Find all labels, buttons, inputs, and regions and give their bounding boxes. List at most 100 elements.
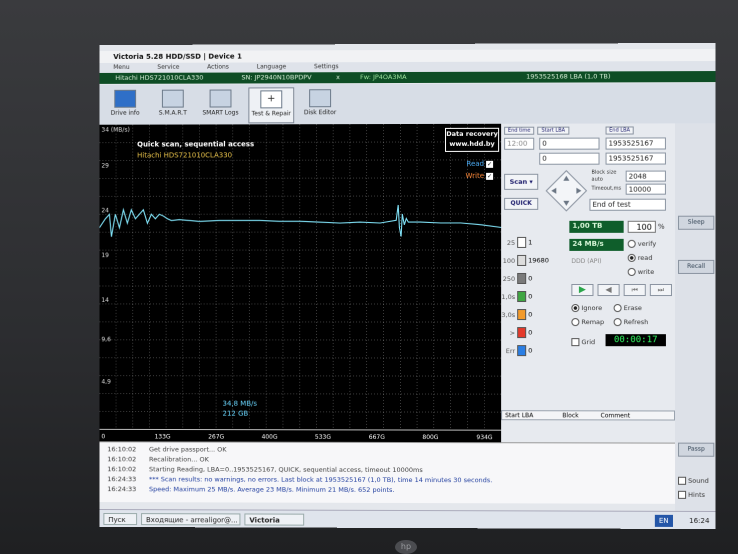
- menu-item[interactable]: Actions: [207, 63, 229, 73]
- passp-button[interactable]: Passp: [678, 442, 715, 457]
- x-axis: [99, 429, 501, 430]
- read-checkbox[interactable]: Read ✓: [466, 160, 494, 168]
- y-tick-label: 29: [101, 163, 109, 170]
- log-line: 16:24:33 *** Scan results: no warnings, n…: [107, 475, 493, 485]
- play-button[interactable]: ▶: [571, 283, 594, 297]
- taskbar: Пуск Входящие - arrealigor@... Victoria …: [99, 509, 716, 530]
- smart-logs-button[interactable]: SMART Logs: [199, 87, 243, 121]
- remap-radio[interactable]: Remap: [571, 318, 604, 326]
- menu-item[interactable]: Service: [157, 63, 179, 73]
- graph-model: Hitachi HDS721010CLA330: [137, 151, 233, 160]
- language-indicator[interactable]: EN: [654, 514, 673, 527]
- end-time-button[interactable]: End time: [504, 126, 535, 135]
- grid-line-h: [99, 411, 501, 412]
- recall-button[interactable]: Recall: [678, 259, 715, 274]
- timeout-select[interactable]: 10000: [625, 183, 666, 195]
- size-readout: 212 GB: [222, 409, 249, 418]
- x-tick-label: 400G: [262, 434, 278, 441]
- sound-checkbox[interactable]: Sound: [678, 476, 709, 485]
- ddd-label: DDD (API): [571, 257, 602, 265]
- editor-icon: [309, 89, 332, 108]
- close-drive-button[interactable]: x: [336, 72, 340, 83]
- log-line: 16:10:02 Get drive passport... OK: [107, 445, 227, 454]
- drive-info-button[interactable]: Drive info: [103, 88, 147, 122]
- smart-icon: [161, 89, 184, 108]
- graph-title: Quick scan, sequential access: [137, 140, 255, 149]
- timeout-label: Timeout,ms: [591, 185, 622, 192]
- sleep-button[interactable]: Sleep: [678, 215, 715, 230]
- end-lba-button[interactable]: End LBA: [605, 126, 634, 135]
- y-tick-label: 24: [101, 207, 109, 214]
- scan-button[interactable]: Scan ▾: [504, 173, 539, 190]
- block-size-label: Block size: [591, 169, 617, 176]
- back-icon: ◀: [605, 284, 612, 295]
- hints-checkbox[interactable]: Hints: [678, 490, 705, 499]
- end-lba-field[interactable]: 1953525167: [605, 137, 666, 150]
- speed-readout-panel: 24 MB/s: [569, 238, 624, 251]
- block-size-select[interactable]: 2048: [625, 170, 666, 182]
- x-tick-label: 133G: [155, 433, 171, 440]
- play-icon: ▶: [578, 284, 586, 296]
- x-tick-label: 934G: [476, 434, 492, 441]
- back-button[interactable]: ◀: [597, 283, 620, 297]
- quick-button[interactable]: QUICK: [504, 197, 539, 210]
- menu-item[interactable]: Menu: [113, 63, 129, 73]
- data-recovery-link[interactable]: Data recovery www.hdd.by: [445, 127, 500, 152]
- percent-sign: %: [657, 222, 665, 231]
- log-line: 16:10:02 Recalibration... OK: [107, 455, 209, 464]
- toolbar: Drive info S.M.A.R.T SMART Logs + Test & …: [99, 83, 716, 126]
- mail-task[interactable]: Входящие - arrealigor@...: [141, 513, 241, 526]
- smart-button[interactable]: S.M.A.R.T: [151, 88, 195, 122]
- right-column: Sleep Recall Passp Sound Hints: [675, 123, 716, 526]
- y-max-label: 34 (MB/s): [101, 126, 130, 134]
- write-radio[interactable]: write: [627, 268, 654, 276]
- disk-editor-button[interactable]: Disk Editor: [298, 87, 342, 121]
- menu-item[interactable]: Settings: [314, 62, 339, 72]
- grid-line-h: [99, 159, 501, 162]
- menu-item[interactable]: Language: [257, 62, 287, 72]
- start-lba-field[interactable]: 0: [539, 137, 600, 150]
- block-counter: 100 19680: [502, 254, 549, 266]
- control-panel: End time Start LBA End LBA 12:00 0 19535…: [501, 123, 676, 443]
- grid-checkbox[interactable]: Grid: [571, 338, 595, 346]
- start-button[interactable]: Пуск: [103, 512, 138, 526]
- grid-line-h: [99, 376, 501, 377]
- drive-model: Hitachi HDS721010CLA330: [115, 73, 204, 82]
- x-tick-label: 267G: [208, 434, 224, 441]
- speed-readout: 34,8 MB/s: [222, 399, 258, 408]
- log-line: 16:24:33 Speed: Maximum 25 MB/s. Average …: [107, 485, 395, 494]
- drive-info-bar: Hitachi HDS721010CLA330 SN: JP2940N10BPD…: [99, 71, 716, 84]
- refresh-radio[interactable]: Refresh: [613, 318, 648, 326]
- direction-pad[interactable]: [545, 170, 587, 212]
- x-tick-label: 533G: [315, 434, 331, 441]
- ignore-radio[interactable]: Ignore: [571, 304, 602, 312]
- log-panel: 16:10:02 Get drive passport... OK 16:10:02…: [99, 441, 676, 504]
- start-lba-button[interactable]: Start LBA: [537, 126, 570, 135]
- y-tick-label: 14: [101, 297, 109, 304]
- drive-serial: SN: JP2940N10BPDPV: [241, 73, 312, 82]
- info-icon: [114, 89, 137, 108]
- hp-logo: hp: [395, 540, 417, 554]
- screen: Victoria 5.28 HDD/SSD | Device 1 Menu Se…: [99, 42, 716, 530]
- prev-button[interactable]: ⏮: [623, 283, 646, 297]
- end-time-field[interactable]: 12:00: [504, 137, 535, 150]
- x-tick-label: 0: [101, 433, 105, 440]
- start-field-2[interactable]: 0: [539, 152, 600, 165]
- y-tick-label: 4,9: [101, 378, 111, 385]
- auto-label: auto: [591, 176, 603, 183]
- write-checkbox[interactable]: Write ✓: [466, 172, 494, 180]
- end-field-2[interactable]: 1953525167: [605, 152, 666, 165]
- percent-readout: 100: [627, 220, 656, 233]
- block-counter: >0: [509, 327, 533, 339]
- y-tick-label: 19: [101, 252, 109, 259]
- read-radio[interactable]: read: [627, 254, 652, 262]
- log-line: 16:10:02 Starting Reading, LBA=0..1953525…: [107, 465, 423, 475]
- end-action-select[interactable]: End of test: [589, 198, 666, 211]
- next-button[interactable]: ⏭: [649, 283, 672, 297]
- block-counter: 1,0s 0: [501, 291, 533, 303]
- erase-radio[interactable]: Erase: [613, 304, 642, 312]
- test-repair-button[interactable]: + Test & Repair: [248, 87, 295, 124]
- timer-display: 00:00:17: [605, 334, 666, 347]
- victoria-task[interactable]: Victoria: [244, 513, 305, 526]
- verify-radio[interactable]: verify: [627, 240, 656, 248]
